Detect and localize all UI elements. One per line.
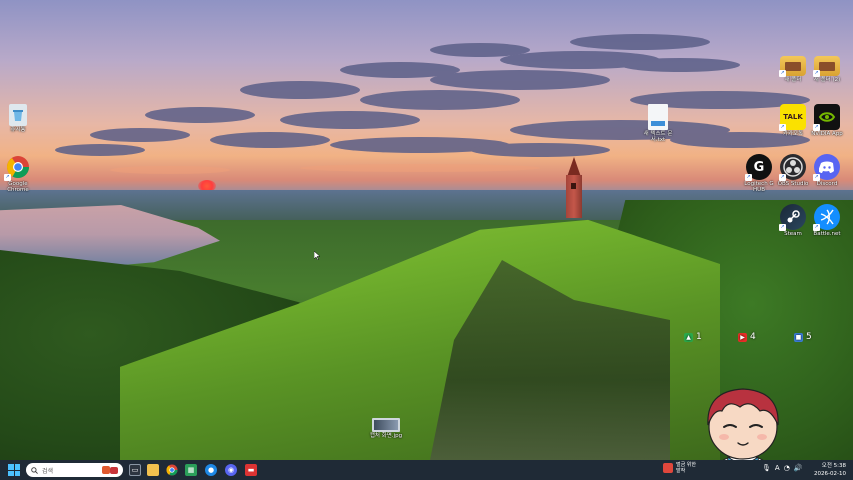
obs-icon: ↗ — [779, 154, 806, 181]
nvidia-icon: ↗ — [813, 104, 840, 131]
desktop-icon-nvidia[interactable]: ↗ NVIDIA App — [809, 104, 845, 137]
image-file-icon — [372, 418, 400, 432]
recycle-bin-icon — [9, 104, 27, 126]
desktop-icon-folder-1[interactable]: ↗ 새 폴더 — [775, 56, 811, 83]
desktop-icon-steam[interactable]: ↗ Steam — [775, 204, 811, 237]
news-widget-icon — [663, 463, 673, 473]
desktop-icon-recycle-bin[interactable]: 휴지통 — [0, 104, 36, 133]
desktop-icon-ghub[interactable]: G ↗ Logitech G HUB — [741, 154, 777, 193]
shortcut-arrow-icon: ↗ — [779, 174, 786, 181]
mic-icon[interactable]: 🎙 — [762, 464, 771, 472]
task-view-icon[interactable]: ▭ — [129, 464, 141, 476]
file-icon — [648, 104, 668, 130]
mouse-cursor-icon — [314, 251, 320, 260]
youtube-icon: ▶ — [738, 332, 747, 342]
green-arrow-icon: ▲ — [684, 332, 693, 342]
kakaotalk-icon: TALK ↗ — [779, 104, 806, 131]
desktop-icon-folder-2[interactable]: ↗ 새 폴더 (2) — [809, 56, 845, 83]
shortcut-arrow-icon: ↗ — [813, 70, 820, 77]
ghub-icon: G ↗ — [745, 154, 772, 181]
battlenet-icon: ↗ — [813, 204, 840, 231]
blue-square-icon: ■ — [794, 332, 803, 342]
search-icon — [31, 466, 38, 474]
taskbar-app-red-icon[interactable]: ▬ — [245, 464, 257, 476]
shortcut-arrow-icon: ↗ — [779, 124, 786, 131]
shortcut-arrow-icon: ↗ — [813, 224, 820, 231]
shortcut-arrow-icon: ↗ — [813, 124, 820, 131]
taskbar-widget-news[interactable]: 벌금 위한 발작 — [663, 462, 696, 474]
desktop-icon-kakaotalk[interactable]: TALK ↗ 카카오톡 — [775, 104, 811, 137]
taskbar-clock[interactable]: 오전 5:38 2026-02-10 — [812, 462, 846, 478]
desktop-icon-screenshot-file[interactable]: 캡처 화면.jpg — [368, 418, 404, 439]
windows-start-button[interactable] — [8, 464, 20, 476]
network-icon[interactable]: ◔ — [784, 464, 790, 472]
wallpaper-clouds — [55, 34, 810, 174]
taskbar: 검색 ▭ ▦ ● ◉ ▬ 벌금 위한 발작 🎙 A ◔ 🔊 오전 5:38 20… — [0, 460, 853, 480]
shortcut-arrow-icon: ↗ — [779, 224, 786, 231]
taskbar-app-blue-icon[interactable]: ● — [205, 464, 217, 476]
taskbar-chrome-icon[interactable] — [166, 464, 178, 476]
folder-icon: ↗ — [779, 56, 806, 77]
desktop-icon-battlenet[interactable]: ↗ Battle.net — [809, 204, 845, 237]
desktop-icon-obs[interactable]: ↗ OBS Studio — [775, 154, 811, 187]
chrome-icon: ↗ — [4, 154, 31, 181]
microsoft-store-icon[interactable]: ▦ — [185, 464, 197, 476]
windows-logo-icon — [8, 464, 14, 470]
steam-icon: ↗ — [779, 204, 806, 231]
file-explorer-icon[interactable] — [147, 464, 159, 476]
taskbar-discord-icon[interactable]: ◉ — [225, 464, 237, 476]
overlay-badge-2: ▶ 4 — [738, 332, 756, 342]
desktop-icon-chrome[interactable]: ↗ Google Chrome — [0, 154, 36, 193]
desktop-icon-discord[interactable]: ↗ Discord — [809, 154, 845, 187]
shortcut-arrow-icon: ↗ — [813, 174, 820, 181]
shortcut-arrow-icon: ↗ — [779, 70, 786, 77]
shortcut-arrow-icon: ↗ — [4, 174, 11, 181]
overlay-badge-1: ▲ 1 — [684, 332, 702, 342]
taskbar-search-box[interactable]: 검색 — [26, 463, 123, 477]
input-language-indicator[interactable]: A — [775, 464, 780, 472]
volume-icon[interactable]: 🔊 — [794, 464, 803, 472]
discord-icon: ↗ — [813, 154, 840, 181]
folder-icon: ↗ — [813, 56, 840, 77]
desktop-icon-text-file[interactable]: 새 텍스트 문서.txt — [640, 104, 676, 143]
system-tray: 🎙 A ◔ 🔊 — [762, 464, 803, 472]
wallpaper-tower — [565, 157, 583, 218]
overlay-badge-3: ■ 5 — [794, 332, 812, 342]
shortcut-arrow-icon: ↗ — [745, 174, 752, 181]
search-highlight-icon — [102, 466, 118, 474]
